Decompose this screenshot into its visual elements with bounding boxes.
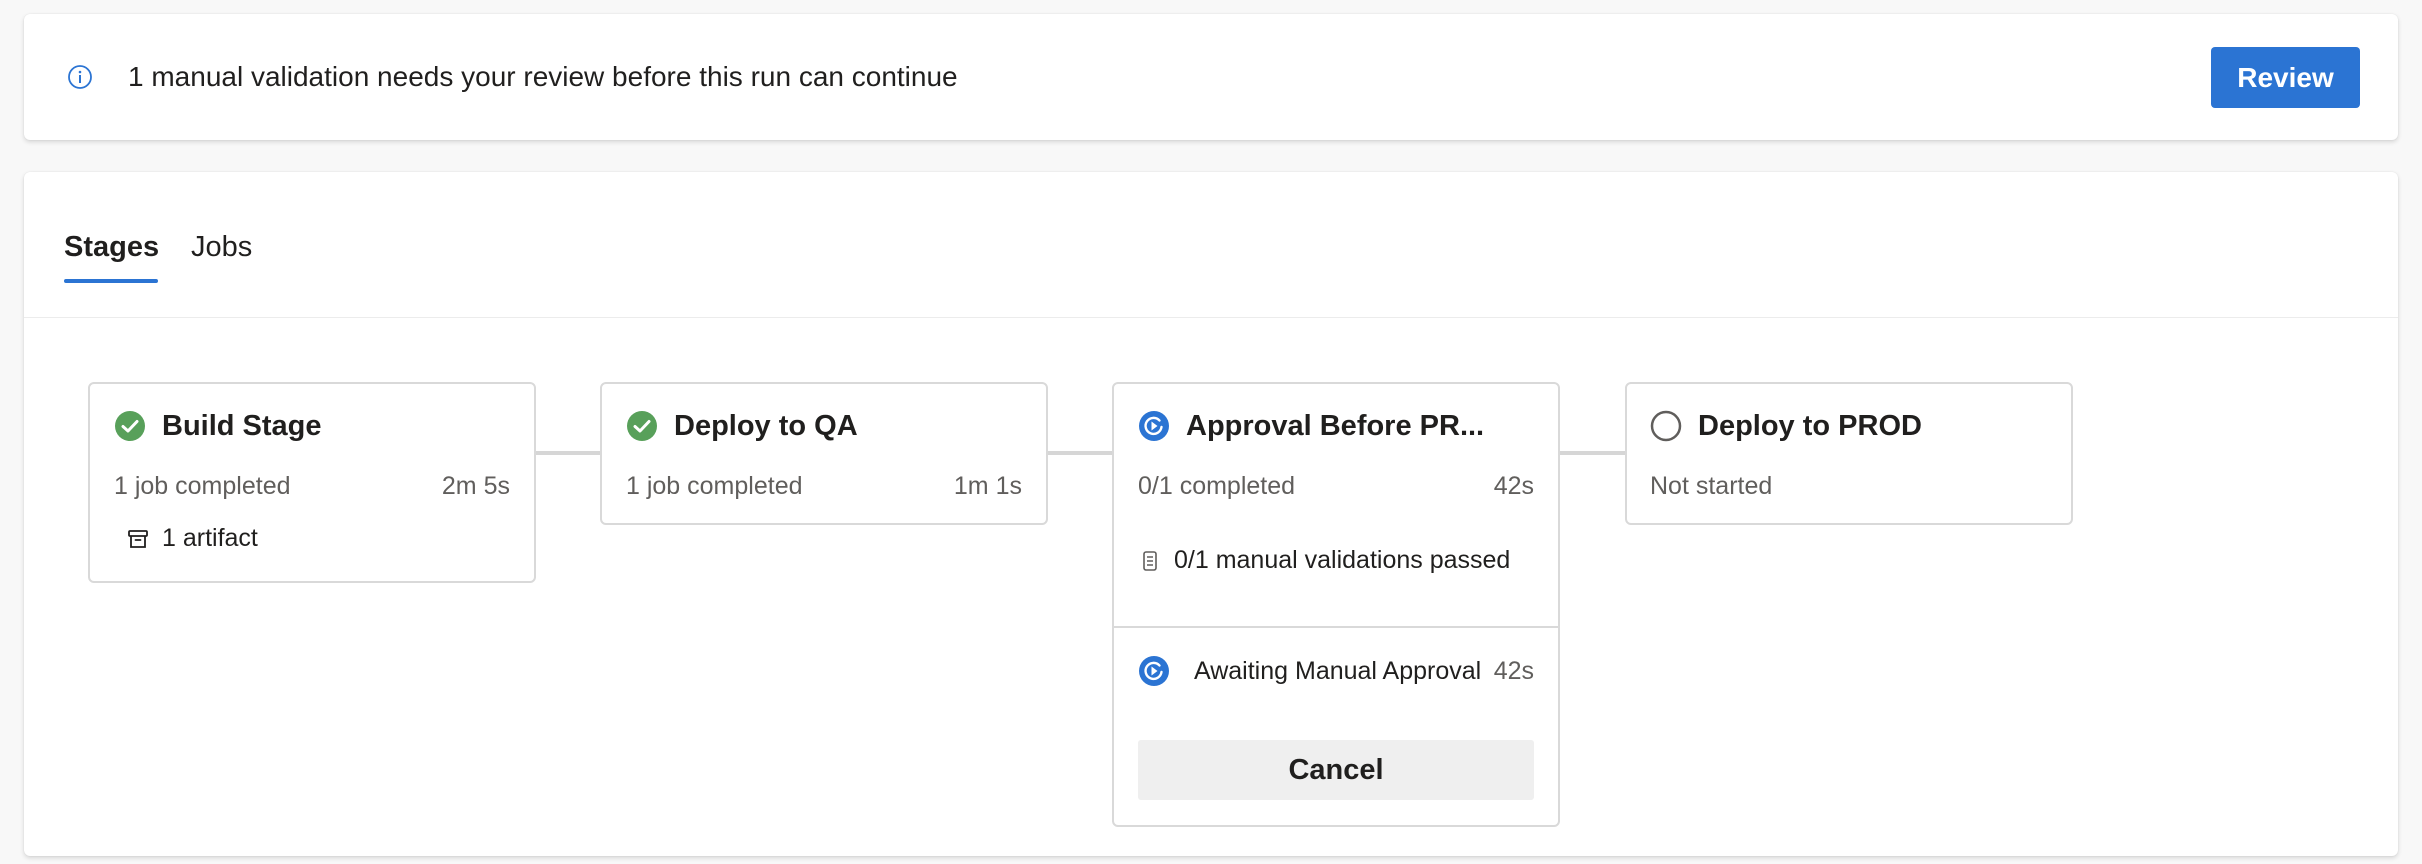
tab-jobs[interactable]: Jobs (191, 229, 252, 265)
stage-connector (1560, 451, 1626, 455)
stage-duration: 42s (1493, 472, 1534, 500)
stage-title: Deploy to PROD (1698, 410, 1922, 442)
stage-title: Build Stage (162, 410, 322, 442)
stage-summary: 1 job completed (114, 472, 291, 500)
card-divider (1112, 626, 1560, 628)
review-button[interactable]: Review (2211, 47, 2360, 108)
running-icon (1139, 656, 1169, 686)
stage-title: Deploy to QA (674, 410, 858, 442)
stage-connector (535, 451, 601, 455)
cancel-button[interactable]: Cancel (1138, 740, 1534, 800)
stage-summary: 0/1 completed (1138, 472, 1296, 500)
check-circle-icon (115, 411, 145, 441)
job-name[interactable]: Awaiting Manual Approval (1194, 655, 1481, 687)
empty-circle-icon (1650, 410, 1682, 442)
banner-message: 1 manual validation needs your review be… (128, 61, 958, 92)
stage-connector (1047, 451, 1113, 455)
stage-summary: 1 job completed (626, 472, 803, 500)
stage-duration: 1m 1s (953, 472, 1022, 500)
stage-summary: Not started (1650, 472, 1773, 500)
check-circle-icon (627, 411, 657, 441)
artifact-link[interactable]: 1 artifact (162, 522, 258, 554)
tabs-divider (24, 317, 2398, 318)
info-icon (68, 65, 92, 89)
stage-card-deploy-qa[interactable] (600, 382, 1048, 525)
job-duration: 42s (1493, 657, 1534, 685)
manual-validation-status[interactable]: 0/1 manual validations passed (1174, 544, 1510, 576)
stage-title: Approval Before PR... (1186, 410, 1485, 442)
running-icon (1139, 411, 1169, 441)
checklist-icon (1143, 551, 1157, 571)
artifact-icon (128, 530, 148, 548)
tab-stages[interactable]: Stages (64, 229, 159, 265)
stage-duration: 2m 5s (441, 472, 510, 500)
selected-tab-indicator (64, 279, 158, 283)
stage-card-deploy-prod[interactable] (1625, 382, 2073, 525)
